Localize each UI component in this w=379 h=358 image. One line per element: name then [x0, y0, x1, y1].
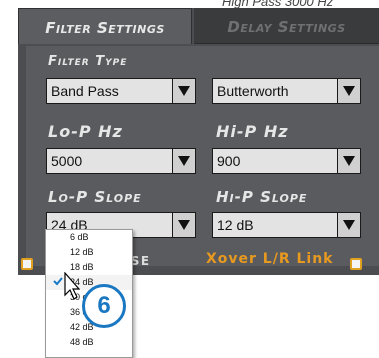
- option-label: 48 dB: [70, 337, 94, 347]
- step-badge: 6: [82, 284, 126, 328]
- hi-p-slope-label: Hi-P Slope: [216, 188, 308, 206]
- option-label: 12 dB: [70, 247, 94, 257]
- dropdown-option[interactable]: 12 dB: [46, 245, 132, 260]
- hi-p-hz-label: Hi-P Hz: [216, 122, 289, 141]
- hi-p-slope-value: 12 dB: [217, 217, 254, 233]
- phase-checkbox[interactable]: [21, 258, 33, 270]
- dropdown-option-selected[interactable]: 24 dB: [46, 275, 132, 290]
- filter-shape-select[interactable]: Butterworth: [212, 78, 361, 104]
- mouse-cursor-icon: [64, 272, 80, 300]
- lo-p-slope-label: Lo-P Slope: [48, 188, 142, 206]
- lo-p-hz-select[interactable]: 5000: [46, 148, 196, 174]
- lo-p-hz-value: 5000: [51, 153, 83, 169]
- dropdown-option[interactable]: 48 dB: [46, 335, 132, 350]
- option-label: 6 dB: [70, 232, 89, 242]
- tab-delay-settings-label: Delay Settings: [227, 18, 346, 36]
- hi-p-hz-select[interactable]: 900: [212, 148, 361, 174]
- chevron-down-icon[interactable]: [172, 149, 195, 173]
- chevron-down-icon[interactable]: [337, 149, 360, 173]
- checkmark-icon: [53, 277, 63, 286]
- chevron-down-icon[interactable]: [337, 79, 360, 103]
- filter-type-select[interactable]: Band Pass: [46, 78, 196, 104]
- chevron-down-icon[interactable]: [172, 79, 195, 103]
- chevron-down-icon[interactable]: [337, 213, 360, 237]
- filter-shape-value: Butterworth: [217, 83, 289, 99]
- dropdown-option[interactable]: 18 dB: [46, 260, 132, 275]
- tab-delay-settings[interactable]: Delay Settings: [194, 8, 379, 44]
- tab-filter-settings[interactable]: Filter Settings: [18, 8, 192, 44]
- filter-type-value: Band Pass: [51, 83, 119, 99]
- tab-filter-settings-label: Filter Settings: [45, 19, 165, 37]
- xover-link-checkbox[interactable]: [350, 258, 362, 270]
- hi-p-slope-select[interactable]: 12 dB: [212, 212, 361, 238]
- lo-p-hz-label: Lo-P Hz: [48, 122, 123, 141]
- xover-link-label: Xover L/R Link: [206, 251, 334, 267]
- option-label: 18 dB: [70, 262, 94, 272]
- filter-type-label: Filter Type: [48, 54, 128, 69]
- chevron-down-icon[interactable]: [172, 213, 195, 237]
- tab-bar: Filter Settings Delay Settings: [18, 8, 379, 44]
- hi-p-hz-value: 900: [217, 153, 241, 169]
- dropdown-option[interactable]: 6 dB: [46, 230, 132, 245]
